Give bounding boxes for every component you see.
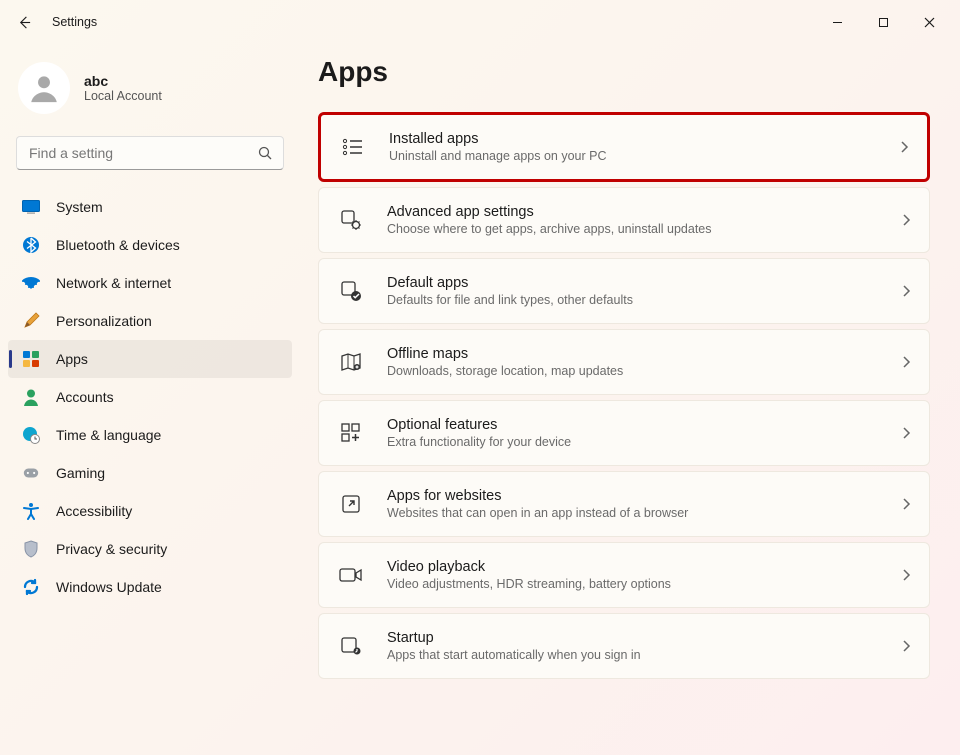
card-subtitle: Choose where to get apps, archive apps, … — [387, 222, 901, 236]
card-installed-apps[interactable]: Installed apps Uninstall and manage apps… — [318, 112, 930, 182]
search-placeholder: Find a setting — [29, 145, 113, 161]
sidebar-item-windows-update[interactable]: Windows Update — [8, 568, 292, 606]
sidebar-item-label: Windows Update — [56, 579, 162, 595]
card-subtitle: Defaults for file and link types, other … — [387, 293, 901, 307]
card-title: Installed apps — [389, 131, 899, 147]
globe-clock-icon — [22, 426, 40, 444]
minimize-button[interactable] — [814, 6, 860, 38]
close-button[interactable] — [906, 6, 952, 38]
gamepad-icon — [22, 466, 40, 480]
sidebar-item-label: Personalization — [56, 313, 152, 329]
sidebar-item-privacy[interactable]: Privacy & security — [8, 530, 292, 568]
card-subtitle: Uninstall and manage apps on your PC — [389, 149, 899, 163]
shield-icon — [22, 540, 40, 558]
apps-icon — [22, 350, 40, 368]
sidebar-item-label: Apps — [56, 351, 88, 367]
app-check-icon — [337, 280, 365, 302]
sidebar-item-apps[interactable]: Apps — [8, 340, 292, 378]
sidebar-item-label: Privacy & security — [56, 541, 167, 557]
titlebar: Settings — [0, 0, 960, 44]
chevron-right-icon — [901, 355, 911, 369]
map-icon — [337, 352, 365, 372]
account-type: Local Account — [84, 89, 162, 103]
sidebar-item-label: System — [56, 199, 103, 215]
main-content: Apps Installed apps Uninstall and manage… — [300, 44, 960, 755]
card-title: Offline maps — [387, 346, 901, 362]
user-icon — [27, 71, 61, 105]
chevron-right-icon — [901, 213, 911, 227]
sidebar-item-label: Accessibility — [56, 503, 132, 519]
card-subtitle: Websites that can open in an app instead… — [387, 506, 901, 520]
card-title: Default apps — [387, 275, 901, 291]
account-name: abc — [84, 73, 162, 89]
sidebar-item-personalization[interactable]: Personalization — [8, 302, 292, 340]
maximize-button[interactable] — [860, 6, 906, 38]
chevron-right-icon — [901, 497, 911, 511]
update-icon — [22, 578, 40, 596]
card-subtitle: Extra functionality for your device — [387, 435, 901, 449]
card-subtitle: Downloads, storage location, map updates — [387, 364, 901, 378]
startup-icon — [337, 636, 365, 656]
chevron-right-icon — [901, 568, 911, 582]
back-button[interactable] — [8, 6, 40, 38]
sidebar-item-gaming[interactable]: Gaming — [8, 454, 292, 492]
video-icon — [337, 567, 365, 583]
chevron-right-icon — [901, 284, 911, 298]
card-title: Optional features — [387, 417, 901, 433]
wifi-icon — [22, 276, 40, 290]
page-title: Apps — [318, 56, 930, 88]
card-advanced-app-settings[interactable]: Advanced app settings Choose where to ge… — [318, 187, 930, 253]
sidebar-item-accessibility[interactable]: Accessibility — [8, 492, 292, 530]
sidebar-item-accounts[interactable]: Accounts — [8, 378, 292, 416]
sidebar-item-label: Network & internet — [56, 275, 171, 291]
bluetooth-icon — [22, 236, 40, 254]
account-block[interactable]: abc Local Account — [8, 52, 292, 132]
chevron-right-icon — [901, 426, 911, 440]
sidebar: abc Local Account Find a setting System — [0, 44, 300, 755]
window-title: Settings — [52, 15, 97, 29]
sidebar-item-label: Bluetooth & devices — [56, 237, 180, 253]
open-external-icon — [337, 494, 365, 514]
card-optional-features[interactable]: Optional features Extra functionality fo… — [318, 400, 930, 466]
search-input[interactable]: Find a setting — [16, 136, 284, 170]
list-icon — [339, 137, 367, 157]
sidebar-item-label: Time & language — [56, 427, 161, 443]
card-offline-maps[interactable]: Offline maps Downloads, storage location… — [318, 329, 930, 395]
card-startup[interactable]: Startup Apps that start automatically wh… — [318, 613, 930, 679]
paintbrush-icon — [22, 312, 40, 330]
chevron-right-icon — [899, 140, 909, 154]
card-title: Startup — [387, 630, 901, 646]
window-controls — [814, 6, 952, 38]
person-icon — [22, 388, 40, 406]
chevron-right-icon — [901, 639, 911, 653]
card-apps-for-websites[interactable]: Apps for websites Websites that can open… — [318, 471, 930, 537]
sidebar-item-label: Accounts — [56, 389, 114, 405]
card-title: Video playback — [387, 559, 901, 575]
card-title: Advanced app settings — [387, 204, 901, 220]
card-subtitle: Apps that start automatically when you s… — [387, 648, 901, 662]
search-icon — [257, 145, 273, 161]
card-subtitle: Video adjustments, HDR streaming, batter… — [387, 577, 901, 591]
sidebar-item-network[interactable]: Network & internet — [8, 264, 292, 302]
accessibility-icon — [22, 502, 40, 520]
sidebar-item-time-language[interactable]: Time & language — [8, 416, 292, 454]
avatar — [18, 62, 70, 114]
sidebar-item-system[interactable]: System — [8, 188, 292, 226]
card-video-playback[interactable]: Video playback Video adjustments, HDR st… — [318, 542, 930, 608]
monitor-icon — [22, 200, 40, 214]
nav: System Bluetooth & devices Network & int… — [8, 188, 292, 606]
app-gear-icon — [337, 209, 365, 231]
app-plus-icon — [337, 422, 365, 444]
card-title: Apps for websites — [387, 488, 901, 504]
sidebar-item-bluetooth[interactable]: Bluetooth & devices — [8, 226, 292, 264]
card-default-apps[interactable]: Default apps Defaults for file and link … — [318, 258, 930, 324]
sidebar-item-label: Gaming — [56, 465, 105, 481]
